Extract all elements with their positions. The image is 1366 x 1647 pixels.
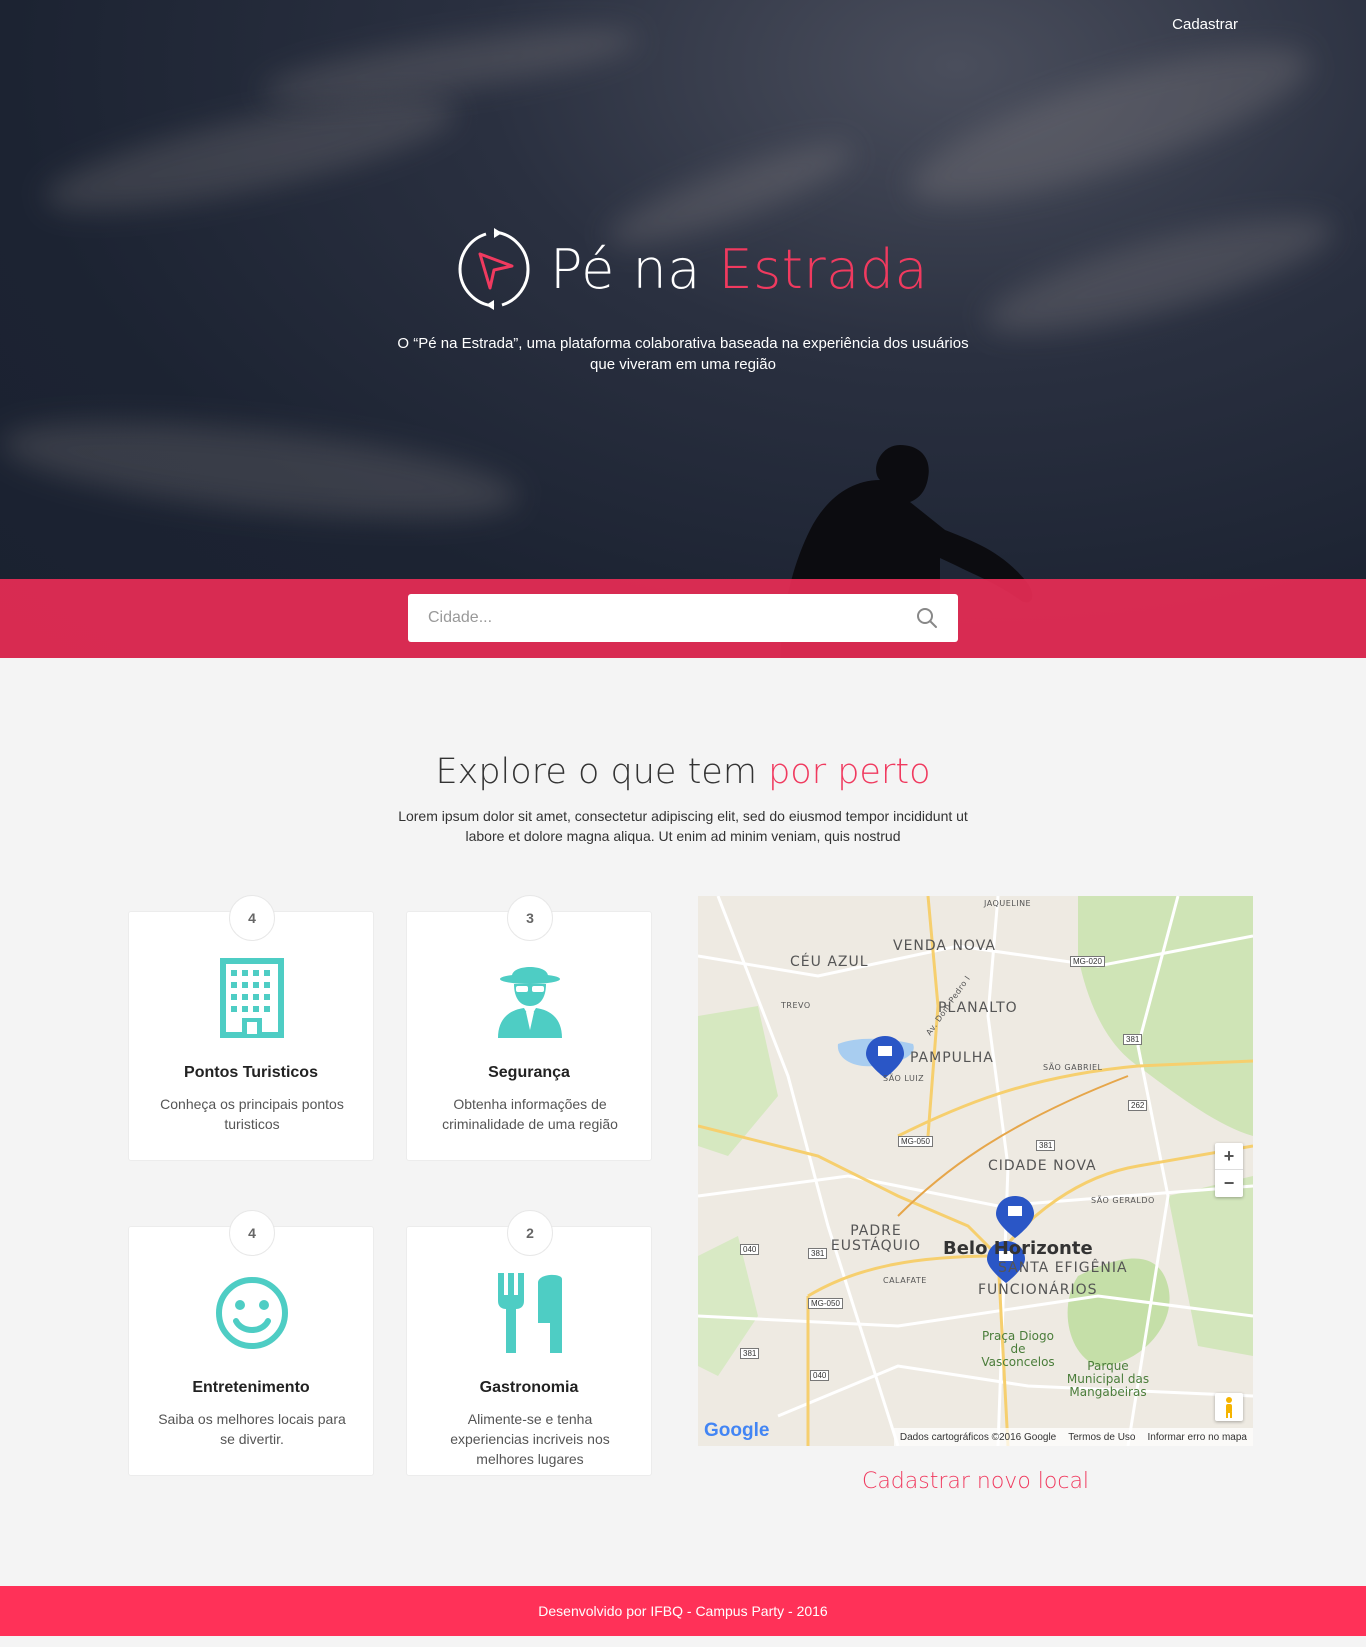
city-search-input[interactable]: [428, 609, 916, 627]
card-description: Alimente-se e tenha experiencias incrive…: [450, 1411, 610, 1467]
hero-section: Cadastrar Pé na Estrada O “Pé na Estrada…: [0, 0, 1366, 658]
count-badge: 4: [229, 895, 275, 941]
explore-title-part1: Explore o que tem: [435, 752, 769, 792]
count-badge: 2: [507, 1210, 553, 1256]
count-badge: 3: [507, 895, 553, 941]
card-title: Gastronomia: [479, 1379, 579, 1396]
brand-name-part2: Estrada: [718, 237, 929, 301]
count-badge: 4: [229, 1210, 275, 1256]
map-label: CIDADE NOVA: [988, 1158, 1097, 1174]
register-link[interactable]: Cadastrar: [1172, 16, 1238, 33]
road-shield: MG-020: [1070, 956, 1105, 967]
explore-title: Explore o que tem por perto: [0, 752, 1366, 792]
map-report-link[interactable]: Informar erro no mapa: [1148, 1432, 1248, 1443]
zoom-out-button[interactable]: −: [1215, 1170, 1243, 1197]
cloud: [896, 17, 1324, 233]
map-label: FUNCIONÁRIOS: [978, 1282, 1098, 1298]
road-shield: 040: [740, 1244, 760, 1255]
category-card-seguranca[interactable]: 3 Segurança Obtenha informações de crimi…: [406, 895, 652, 1161]
building-icon: [220, 958, 284, 1038]
map-label: SÃO LUIZ: [883, 1074, 925, 1083]
road-shield: MG-050: [808, 1298, 843, 1309]
category-card-gastronomia[interactable]: 2 Gastronomia Alimente-se e tenha experi…: [406, 1210, 652, 1476]
map-label: Belo Horizonte: [943, 1238, 1093, 1259]
footer: Desenvolvido por IFBQ - Campus Party - 2…: [0, 1586, 1366, 1636]
map-label: VENDA NOVA: [893, 938, 996, 954]
road-shield: 381: [808, 1248, 828, 1259]
category-card-pontos-turisticos[interactable]: 4 Pontos Turisticos Conheça os principai…: [128, 895, 374, 1161]
map-label: Praça Diogo de Vasconcelos: [981, 1329, 1055, 1369]
smiley-icon: [216, 1277, 288, 1349]
cloud: [258, 13, 642, 117]
map-label: SÃO GERALDO: [1091, 1196, 1155, 1205]
category-card-entretenimento[interactable]: 4 Entretenimento Saiba os melhores locai…: [128, 1210, 374, 1476]
map-label: CALAFATE: [883, 1276, 927, 1285]
card-title: Entretenimento: [192, 1379, 310, 1396]
map-attribution: Dados cartográficos ©2016 Google: [899, 1431, 1057, 1443]
brand-name: Pé na Estrada: [550, 238, 928, 301]
road-shield: 381: [1036, 1140, 1056, 1151]
zoom-in-button[interactable]: +: [1215, 1143, 1243, 1170]
google-logo: Google: [704, 1420, 770, 1441]
map-label: TREVO: [781, 1001, 811, 1010]
map-attribution-bar: Dados cartográficos ©2016 Google Termos …: [893, 1428, 1253, 1446]
hero-description: O “Pé na Estrada”, uma plataforma colabo…: [397, 335, 969, 373]
card-description: Conheça os principais pontos turisticos: [160, 1096, 344, 1132]
footer-text: Desenvolvido por IFBQ - Campus Party - 2…: [538, 1603, 828, 1619]
cutlery-icon: [498, 1273, 562, 1353]
map-label: Parque Municipal das Mangabeiras: [1066, 1359, 1150, 1399]
brand-name-part1: Pé na: [550, 237, 719, 301]
map-label: CÉU AZUL: [790, 954, 869, 970]
map-label: PADRE EUSTÁQUIO: [830, 1223, 922, 1254]
card-title: Pontos Turisticos: [184, 1064, 318, 1081]
cloud: [37, 77, 463, 233]
map-label: SANTA EFIGÊNIA: [998, 1260, 1128, 1276]
map-label: JAQUELINE: [984, 899, 1032, 908]
brand-logo: Pé na Estrada: [456, 226, 928, 312]
map-terms-link[interactable]: Termos de Uso: [1068, 1432, 1135, 1443]
spy-icon: [498, 967, 562, 1038]
road-shield: 262: [1128, 1100, 1148, 1111]
road-shield: 381: [1123, 1034, 1143, 1045]
pegman-icon[interactable]: [1215, 1393, 1243, 1421]
compass-arrow-icon: [458, 228, 530, 310]
card-description: Obtenha informações de criminalidade de …: [442, 1096, 618, 1132]
map-zoom-control: + −: [1215, 1143, 1243, 1197]
road-shield: MG-050: [898, 1136, 933, 1147]
map-label: SÃO GABRIEL: [1043, 1063, 1103, 1072]
search-icon[interactable]: [916, 607, 938, 629]
map-label: PAMPULHA: [910, 1050, 994, 1066]
explore-description: Lorem ipsum dolor sit amet, consectetur …: [398, 808, 968, 844]
card-description: Saiba os melhores locais para se diverti…: [158, 1411, 346, 1447]
road-shield: 040: [810, 1370, 830, 1381]
explore-title-part2: por perto: [768, 752, 931, 792]
cloud: [0, 403, 523, 537]
card-title: Segurança: [488, 1064, 570, 1081]
add-location-link[interactable]: Cadastrar novo local: [698, 1469, 1253, 1494]
search-bar: [408, 594, 958, 642]
city-map[interactable]: JAQUELINE VENDA NOVA CÉU AZUL TREVO PLAN…: [698, 896, 1253, 1446]
cloud: [977, 194, 1343, 356]
road-shield: 381: [740, 1348, 760, 1359]
